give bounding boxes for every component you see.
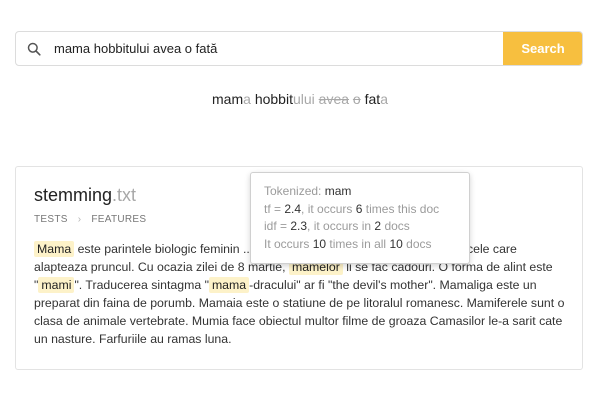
highlighted-term[interactable]: mama (208, 277, 250, 293)
breadcrumb-item-tests[interactable]: TESTS (34, 214, 68, 225)
token-0[interactable]: mama (212, 91, 251, 107)
result-title-extension: .txt (112, 185, 137, 205)
token-4[interactable]: fata (365, 91, 388, 107)
token-stem: hobbit (254, 91, 293, 107)
snippet-text: ". Traducerea sintagma " (74, 278, 209, 292)
token-suffix: a (380, 91, 388, 107)
tooltip-tf-line: tf = 2.4, it occurs 6 times this doc (264, 201, 440, 216)
search-button[interactable]: Search (503, 32, 582, 65)
token-stem: mam (212, 91, 244, 107)
tooltip-idf-line: idf = 2.3, it occurs in 2 docs (264, 219, 410, 233)
token-suffix: ului (292, 91, 315, 107)
breadcrumb: TESTS › FEATURES (34, 214, 146, 225)
snippet-text: este parintele biologic feminin (74, 242, 244, 256)
breadcrumb-separator-icon: › (77, 214, 82, 225)
token-preview: mama hobbitului avea o fata (0, 91, 600, 107)
token-suffix: a (243, 91, 251, 107)
token-3[interactable]: o (353, 91, 361, 107)
tooltip-tokenized-line: Tokenized: mam (264, 184, 352, 198)
search-input[interactable] (52, 32, 503, 65)
highlighted-term[interactable]: mami (38, 277, 75, 293)
result-title[interactable]: stemming.txt (34, 185, 136, 206)
result-title-base: stemming (34, 185, 113, 205)
search-icon (16, 32, 52, 65)
tooltip-occurrence-line: It occurs 10 times in all 10 docs (264, 236, 432, 251)
token-stem: fat (364, 91, 381, 107)
breadcrumb-item-features[interactable]: FEATURES (91, 214, 146, 225)
token-1[interactable]: hobbitului (255, 91, 315, 107)
highlighted-term[interactable]: Mama (34, 241, 75, 257)
search-bar: Search (15, 31, 583, 66)
token-2[interactable]: avea (319, 91, 349, 107)
term-stats-tooltip: Tokenized: mam tf = 2.4, it occurs 6 tim… (250, 172, 470, 264)
